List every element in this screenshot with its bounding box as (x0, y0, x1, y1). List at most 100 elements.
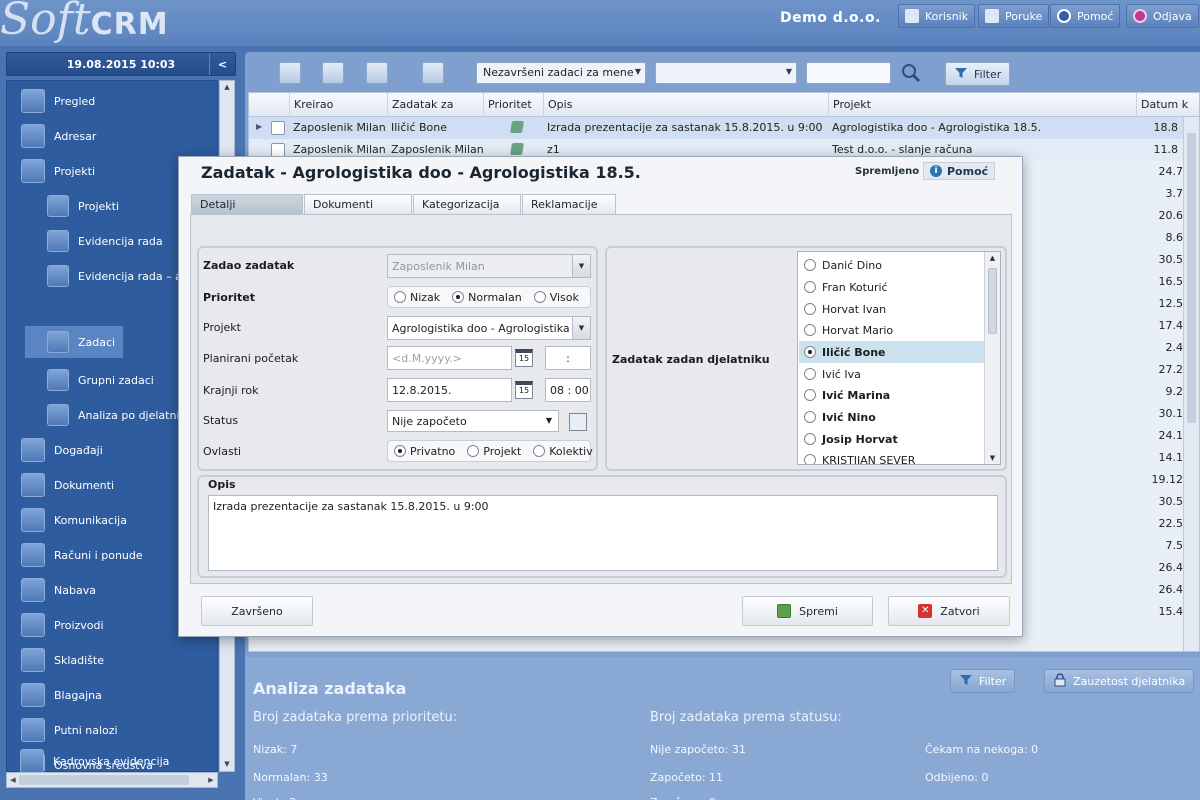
permission-radio-projekt[interactable] (467, 445, 480, 457)
filter-button[interactable]: Filter (945, 62, 1011, 86)
deadline-date-input[interactable]: 12.8.2015. (387, 378, 512, 402)
scroll-right-arrow-icon[interactable]: ▶ (205, 773, 217, 787)
column-header-datum[interactable]: Datum k (1136, 93, 1196, 117)
tab-detalji[interactable]: Detalji (191, 194, 303, 215)
employee-radio[interactable] (804, 389, 816, 401)
employee-radio[interactable] (804, 346, 816, 358)
sidebar-item-blagajna[interactable]: Blagajna (7, 680, 217, 710)
cell-datum: 30.5 (1158, 495, 1184, 508)
assigner-select[interactable]: Zaposlenik Milan ▼ (387, 254, 591, 278)
tab-reklamacije[interactable]: Reklamacije (522, 194, 616, 215)
calendar-icon[interactable]: 15 (515, 381, 533, 399)
planned-start-date-input[interactable]: <d.M.yyyy.> (387, 346, 512, 370)
employee-item[interactable]: Horvat Mario (799, 319, 984, 341)
scrollbar-thumb[interactable] (988, 268, 997, 334)
dialog-help-button[interactable]: i Pomoć (923, 162, 996, 180)
analysis-filter-button[interactable]: Filter (950, 669, 1016, 693)
priority-radio-visok[interactable] (533, 291, 546, 303)
scroll-left-arrow-icon[interactable]: ◀ (7, 773, 19, 787)
help-button[interactable]: Pomoć (1050, 4, 1121, 28)
sidebar-item-zadaci[interactable]: Zadaci (25, 326, 123, 358)
employee-radio[interactable] (804, 368, 816, 380)
close-button[interactable]: ✕ Zatvori (888, 596, 1010, 626)
calendar-icon[interactable]: 15 (515, 349, 533, 367)
employee-item-selected[interactable]: Iličić Bone (799, 341, 984, 363)
priority-radio-normalan[interactable] (452, 291, 465, 303)
employee-item[interactable]: Ivić Nino (799, 406, 984, 428)
project-select[interactable]: Agrologistika doo - Agrologistika 18.5. … (387, 316, 591, 340)
search-icon[interactable] (900, 62, 922, 84)
column-header-opis[interactable]: Opis (543, 93, 828, 117)
employee-radio[interactable] (804, 303, 816, 315)
logo-soft-text: Soft (0, 0, 91, 45)
permission-option-label: Projekt (483, 444, 522, 458)
scrollbar-thumb[interactable] (1187, 133, 1196, 423)
export-icon[interactable] (422, 62, 444, 84)
new-task-icon[interactable] (279, 62, 301, 84)
tab-kategorizacija[interactable]: Kategorizacija (413, 194, 521, 215)
permission-radio-kolektiv[interactable] (533, 445, 546, 457)
grid-vertical-scrollbar[interactable] (1183, 117, 1199, 651)
scroll-up-arrow-icon[interactable]: ▲ (220, 81, 234, 94)
employee-item[interactable]: Horvat Ivan (799, 298, 984, 320)
employee-item[interactable]: Danić Dino (799, 254, 984, 276)
sidebar-item-skladiste[interactable]: Skladište (7, 645, 217, 675)
collapse-sidebar-button[interactable]: < (209, 53, 235, 75)
employee-item[interactable]: Ivić Marina (799, 384, 984, 406)
employee-name: Ivić Marina (822, 388, 891, 402)
save-button[interactable]: Spremi (742, 596, 873, 626)
employee-list-scrollbar[interactable]: ▲ ▼ (984, 252, 1000, 464)
edit-task-icon[interactable] (322, 62, 344, 84)
table-row[interactable]: ▶ Zaposlenik Milan Iličić Bone Izrada pr… (249, 117, 1199, 139)
row-checkbox[interactable] (271, 143, 285, 157)
planned-start-time-input[interactable]: : (545, 346, 591, 370)
task-filter-select[interactable]: Nezavršeni zadaci za mene ▼ (476, 62, 646, 84)
employee-radio[interactable] (804, 411, 816, 423)
employee-radio[interactable] (804, 324, 816, 336)
status-list-icon[interactable] (569, 413, 587, 431)
logout-button[interactable]: Odjava (1126, 4, 1199, 28)
sidebar-item-adresar[interactable]: Adresar (7, 121, 217, 151)
project-value: Agrologistika doo - Agrologistika 18.5. (392, 322, 591, 335)
row-checkbox[interactable] (271, 121, 285, 135)
secondary-filter-select[interactable]: ▼ (655, 62, 797, 84)
column-header-kreirao[interactable]: Kreirao (289, 93, 387, 117)
deadline-time-input[interactable]: 08 : 00 (545, 378, 591, 402)
permission-option-label: Privatno (410, 444, 456, 458)
employee-item[interactable]: Josip Horvat (799, 428, 984, 450)
cell-kreirao: Zaposlenik Milan (293, 121, 386, 134)
mark-done-button[interactable]: Završeno (201, 596, 313, 626)
scroll-up-arrow-icon[interactable]: ▲ (985, 254, 1000, 262)
status-select[interactable]: Nije započeto ▼ (387, 410, 559, 432)
employee-item[interactable]: Fran Koturić (799, 276, 984, 298)
employee-item[interactable]: Ivić Iva (799, 363, 984, 385)
search-input[interactable] (806, 62, 891, 84)
sidebar-item-putni-nalozi[interactable]: Putni nalozi (7, 715, 217, 745)
permission-radio-privatno[interactable] (394, 445, 406, 457)
column-header-projekt[interactable]: Projekt (828, 93, 1136, 117)
employee-radio[interactable] (804, 454, 816, 464)
sidebar-horizontal-scrollbar[interactable]: ◀ ▶ (6, 772, 218, 788)
description-textarea[interactable]: Izrada prezentacije za sastanak 15.8.201… (208, 495, 998, 571)
scroll-down-arrow-icon[interactable]: ▼ (985, 454, 1000, 462)
user-button[interactable]: Korisnik (898, 4, 976, 28)
cell-datum: 18.8 (1153, 121, 1179, 134)
messages-button[interactable]: Poruke (978, 4, 1050, 28)
employee-radio[interactable] (804, 433, 816, 445)
employee-busy-button[interactable]: Zauzetost djelatnika (1044, 669, 1195, 693)
communication-icon (21, 508, 45, 532)
scrollbar-thumb[interactable] (19, 775, 189, 785)
priority-radio-nizak[interactable] (394, 291, 406, 303)
tab-dokumenti[interactable]: Dokumenti (304, 194, 412, 215)
column-header-zadatak-za[interactable]: Zadatak za (387, 93, 483, 117)
sidebar-item-kadrovska-evidencija[interactable]: Kadrovska evidencija (6, 749, 218, 773)
employee-radio[interactable] (804, 259, 816, 271)
scroll-down-arrow-icon[interactable]: ▼ (220, 758, 234, 771)
sidebar-item-pregled[interactable]: Pregled (7, 86, 217, 116)
employee-radio[interactable] (804, 281, 816, 293)
delete-task-icon[interactable] (366, 62, 388, 84)
cell-datum: 22.5 (1158, 517, 1184, 530)
employee-item[interactable]: KRISTIJAN SEVER (799, 449, 984, 464)
column-header-prioritet[interactable]: Prioritet (483, 93, 543, 117)
permissions-radio-group: Privatno Projekt Kolektiv (387, 440, 593, 462)
